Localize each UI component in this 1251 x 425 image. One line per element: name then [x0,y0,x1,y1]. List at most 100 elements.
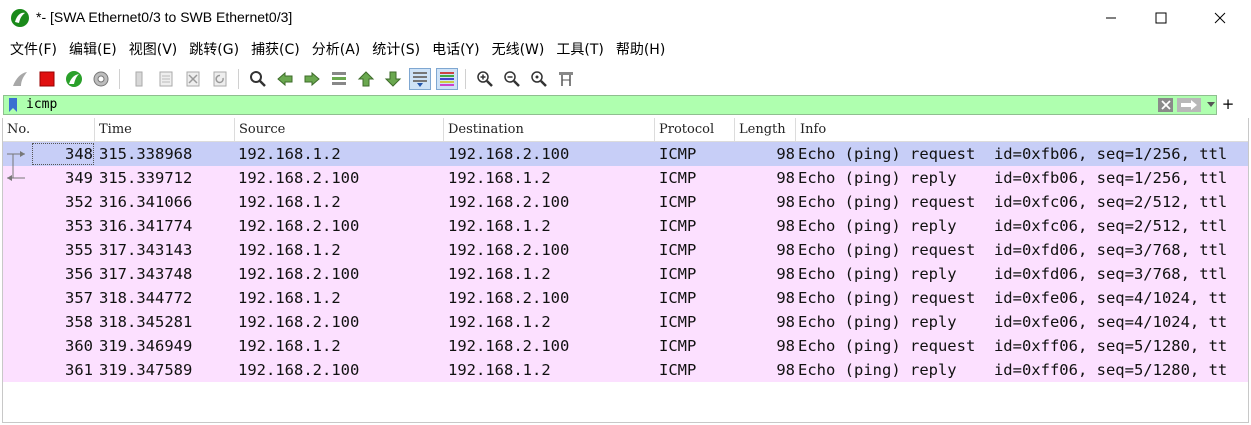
packet-time: 319.347589 [99,361,193,379]
packet-length: 98 [776,289,795,307]
packet-length: 98 [776,265,795,283]
packet-source: 192.168.2.100 [238,313,360,331]
packet-row[interactable]: 360 319.346949 192.168.1.2 192.168.2.100 ICM… [3,334,1248,358]
normal-size-button[interactable] [528,68,550,90]
maximize-button[interactable] [1133,0,1189,36]
packet-time: 315.338968 [99,145,193,163]
menu-file[interactable]: 文件(F) [4,36,63,64]
column-header-info[interactable]: Info [796,118,1248,142]
autoscroll-button[interactable] [408,68,431,90]
go-back-button[interactable] [274,68,296,90]
clear-icon [1160,100,1171,110]
close-file-button[interactable] [182,68,204,90]
packet-source: 192.168.2.100 [238,169,360,187]
go-last-button[interactable] [382,68,404,90]
reload-file-button[interactable] [209,68,231,90]
menu-edit[interactable]: 编辑(E) [63,36,123,64]
packet-source: 192.168.2.100 [238,265,360,283]
apply-filter-button[interactable] [1177,98,1201,112]
menu-go[interactable]: 跳转(G) [183,36,245,64]
menu-telephony[interactable]: 电话(Y) [426,36,485,64]
toolbar-separator [119,69,120,89]
bookmark-icon[interactable] [8,98,18,112]
stop-capture-button[interactable] [36,68,58,90]
find-packet-button[interactable] [247,68,269,90]
menu-statistics[interactable]: 统计(S) [366,36,426,64]
packet-length: 98 [776,337,795,355]
minimize-button[interactable] [1083,0,1139,36]
packet-row[interactable]: 356 317.343748 192.168.2.100 192.168.1.2 ICM… [3,262,1248,286]
packet-row[interactable]: 353 316.341774 192.168.2.100 192.168.1.2 ICM… [3,214,1248,238]
packet-number: 358 [65,313,93,331]
packet-destination: 192.168.1.2 [448,265,551,283]
packet-destination: 192.168.1.2 [448,217,551,235]
packet-source: 192.168.1.2 [238,193,341,211]
zoom-in-icon [476,71,493,87]
packet-number: 357 [65,289,93,307]
packet-length: 98 [776,145,795,163]
clear-filter-button[interactable] [1158,98,1173,112]
filter-history-dropdown[interactable] [1205,98,1217,112]
packet-row[interactable]: 352 316.341066 192.168.1.2 192.168.2.100 ICM… [3,190,1248,214]
packet-number: 349 [65,169,93,187]
packet-list-header: No. Time Source Destination Protocol Len… [3,118,1248,142]
zoom-in-button[interactable] [474,68,496,90]
display-filter-field[interactable] [3,95,1217,115]
packet-length: 98 [776,313,795,331]
toolbar-separator [465,69,466,89]
chevron-down-icon [1207,102,1215,107]
menu-bar: 文件(F) 编辑(E) 视图(V) 跳转(G) 捕获(C) 分析(A) 统计(S… [0,36,1251,64]
resize-columns-button[interactable] [555,68,577,90]
packet-info: Echo (ping) reply id=0xfe06, seq=4/1024,… [798,313,1228,331]
colorize-icon [439,72,454,86]
column-header-protocol[interactable]: Protocol [655,118,735,142]
packet-row[interactable]: 355 317.343143 192.168.1.2 192.168.2.100 ICM… [3,238,1248,262]
go-first-button[interactable] [355,68,377,90]
packet-time: 317.343143 [99,241,193,259]
colorize-button[interactable] [435,68,458,90]
packet-row[interactable]: 357 318.344772 192.168.1.2 192.168.2.100 ICM… [3,286,1248,310]
packet-row[interactable]: 358 318.345281 192.168.2.100 192.168.1.2 ICM… [3,310,1248,334]
packet-destination: 192.168.1.2 [448,313,551,331]
packet-info: Echo (ping) request id=0xff06, seq=5/128… [798,337,1228,355]
capture-options-button[interactable] [90,68,112,90]
go-forward-icon [304,71,320,87]
packet-destination: 192.168.2.100 [448,337,570,355]
window-title: *- [SWA Ethernet0/3 to SWB Ethernet0/3] [36,9,293,25]
packet-protocol: ICMP [659,241,697,259]
save-file-button[interactable] [155,68,177,90]
menu-view[interactable]: 视图(V) [123,36,184,64]
packet-row[interactable]: 348 315.338968 192.168.1.2 192.168.2.100 ICM… [3,142,1248,166]
packet-row[interactable]: 361 319.347589 192.168.2.100 192.168.1.2 ICM… [3,358,1248,382]
restart-capture-icon [65,71,82,87]
menu-wireless[interactable]: 无线(W) [486,36,551,64]
open-file-icon [135,71,142,87]
menu-analyze[interactable]: 分析(A) [306,36,367,64]
column-header-no[interactable]: No. [3,118,95,142]
packet-row[interactable]: 349 315.339712 192.168.2.100 192.168.1.2 ICM… [3,166,1248,190]
column-header-length[interactable]: Length [735,118,796,142]
open-file-button[interactable] [128,68,150,90]
add-filter-button[interactable]: + [1221,94,1235,114]
menu-capture[interactable]: 捕获(C) [245,36,306,64]
go-forward-button[interactable] [301,68,323,90]
go-to-packet-button[interactable] [328,68,350,90]
column-header-source[interactable]: Source [235,118,444,142]
zoom-out-button[interactable] [501,68,523,90]
column-header-destination[interactable]: Destination [444,118,655,142]
packet-number: 355 [65,241,93,259]
menu-tools[interactable]: 工具(T) [550,36,609,64]
menu-help[interactable]: 帮助(H) [610,36,671,64]
packet-time: 318.345281 [99,313,193,331]
packet-destination: 192.168.2.100 [448,289,570,307]
packet-info: Echo (ping) reply id=0xfd06, seq=3/768, … [798,265,1228,283]
main-toolbar [0,64,1251,94]
close-button[interactable] [1192,0,1248,36]
packet-source: 192.168.2.100 [238,361,360,379]
autoscroll-icon [412,72,427,87]
packet-number: 353 [65,217,93,235]
start-capture-button[interactable] [9,68,31,90]
display-filter-input[interactable] [26,96,1146,114]
column-header-time[interactable]: Time [95,118,235,142]
restart-capture-button[interactable] [63,68,85,90]
